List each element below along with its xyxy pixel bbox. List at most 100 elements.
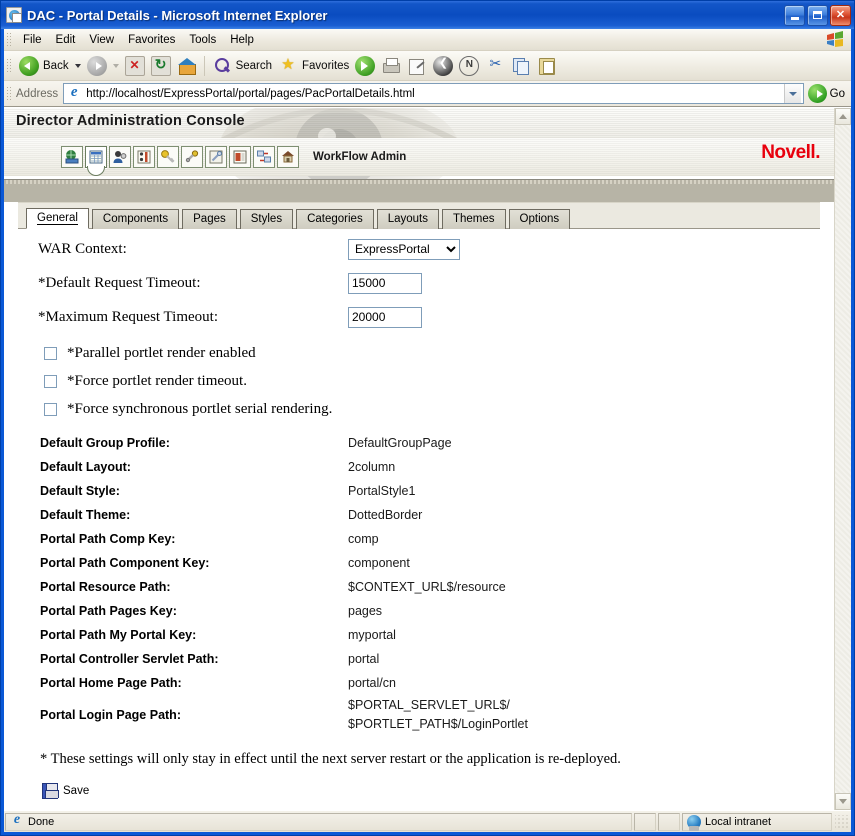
default-timeout-input[interactable] [348,272,422,294]
tab-categories[interactable]: Categories [296,209,374,229]
tab-components[interactable]: Components [91,209,180,229]
detail-value: PortalStyle1 [348,484,416,498]
detail-key: Portal Path My Portal Key: [40,628,197,642]
paste-button[interactable] [534,53,560,79]
war-context-select[interactable]: ExpressPortal [348,238,460,260]
detail-value: component [348,556,410,570]
force-synchronous-label: *Force synchronous portlet serial render… [67,400,333,417]
back-label: Back [43,59,69,72]
sync-icon[interactable] [253,146,275,168]
detail-key: Default Theme: [40,508,131,522]
vertical-scrollbar[interactable] [834,108,851,810]
key-icon[interactable] [157,146,179,168]
menu-edit[interactable]: Edit [49,32,83,48]
print-button[interactable] [378,53,404,79]
detail-key: Default Group Profile: [40,436,170,450]
home-button[interactable] [174,53,200,79]
stop-button[interactable] [122,53,148,79]
window-controls: ✕ [784,4,851,26]
portal-details-grid-icon[interactable] [85,146,107,168]
cut-button[interactable] [482,53,508,79]
scroll-up-button[interactable] [835,108,851,125]
refresh-button[interactable] [148,53,174,79]
menu-tools[interactable]: Tools [182,32,223,48]
parallel-render-label: *Parallel portlet render enabled [67,344,256,361]
save-button[interactable]: Save [42,783,820,799]
status-pane-2 [634,812,656,831]
media-button[interactable] [352,53,378,79]
address-gripper[interactable] [6,85,12,102]
chevron-up-icon [839,114,847,119]
detail-value: pages [348,604,383,618]
menu-favorites[interactable]: Favorites [121,32,182,48]
address-input[interactable]: http://localhost/ExpressPortal/portal/pa… [63,83,804,104]
chevron-down-icon [839,799,847,804]
close-button[interactable]: ✕ [830,4,851,26]
menu-file[interactable]: File [16,32,49,48]
go-button[interactable]: Go [804,84,849,103]
save-disk-icon [42,783,59,799]
back-icon [19,55,39,76]
status-pane-3 [658,812,680,831]
settings-sliders-icon[interactable] [133,146,155,168]
scrollbar-track[interactable] [835,125,851,793]
edit-icon [407,56,427,76]
novell-logo: Novell. [761,142,820,163]
detail-row: Portal Path Pages Key: pages [38,599,820,623]
search-button[interactable]: Search [209,53,275,79]
detail-row: Portal Controller Servlet Path: portal [38,647,820,671]
tools-icon[interactable] [181,146,203,168]
force-synchronous-checkbox[interactable] [44,402,57,416]
scroll-down-button[interactable] [835,793,851,810]
minimize-button[interactable] [784,4,805,26]
tab-options[interactable]: Options [508,209,571,229]
status-text: Done [28,815,55,828]
maximize-button[interactable] [807,4,828,26]
menu-help[interactable]: Help [223,32,261,48]
parallel-render-checkbox[interactable] [44,346,57,360]
page-viewport: Director Administration Console WorkFlow… [4,107,851,810]
security-zone-pane[interactable]: Local intranet [682,812,832,831]
security-zone-text: Local intranet [705,815,772,828]
search-icon [212,56,232,76]
portal-globe-icon[interactable] [61,146,83,168]
address-bar: Address http://localhost/ExpressPortal/p… [4,81,851,107]
tab-styles[interactable]: Styles [239,209,294,229]
home-icon[interactable] [277,146,299,168]
address-dropdown-button[interactable] [783,84,801,103]
toolbar-gripper[interactable] [6,57,12,74]
paste-icon [537,56,557,76]
maximum-timeout-input[interactable] [348,306,422,328]
detail-key: Portal Path Comp Key: [40,532,176,546]
layout-icon[interactable] [229,146,251,168]
users-icon[interactable] [109,146,131,168]
back-button[interactable]: Back [16,53,84,79]
menu-view[interactable]: View [82,32,121,48]
back-chevron-down-icon[interactable] [74,63,81,68]
menu-gripper[interactable] [6,31,12,48]
tab-layouts[interactable]: Layouts [376,209,439,229]
wrench-screen-icon[interactable] [205,146,227,168]
copy-button[interactable] [508,53,534,79]
go-label: Go [829,87,845,100]
parallel-render-row: *Parallel portlet render enabled [38,339,820,367]
favorites-button[interactable]: Favorites [275,53,352,79]
tab-general[interactable]: General [26,208,89,229]
detail-row: Portal Path Component Key: component [38,551,820,575]
resize-grip[interactable] [835,814,849,829]
notes-button[interactable] [456,53,482,79]
detail-row: Default Style: PortalStyle1 [38,479,820,503]
tab-pages[interactable]: Pages [182,209,237,229]
edit-button[interactable] [404,53,430,79]
browser-toolbar: Back Search Favorites [4,51,851,81]
status-message-pane: Done [5,812,632,831]
messenger-button[interactable] [430,53,456,79]
forward-button[interactable] [84,53,122,79]
force-render-timeout-checkbox[interactable] [44,374,57,388]
app-toolbar-icons [61,146,299,168]
tab-themes[interactable]: Themes [441,209,506,229]
detail-row: Default Layout: 2column [38,455,820,479]
detail-row: Portal Home Page Path: portal/cn [38,671,820,695]
maximum-timeout-row: *Maximum Request Timeout: [38,305,820,329]
status-bar: Done Local intranet [4,810,851,832]
